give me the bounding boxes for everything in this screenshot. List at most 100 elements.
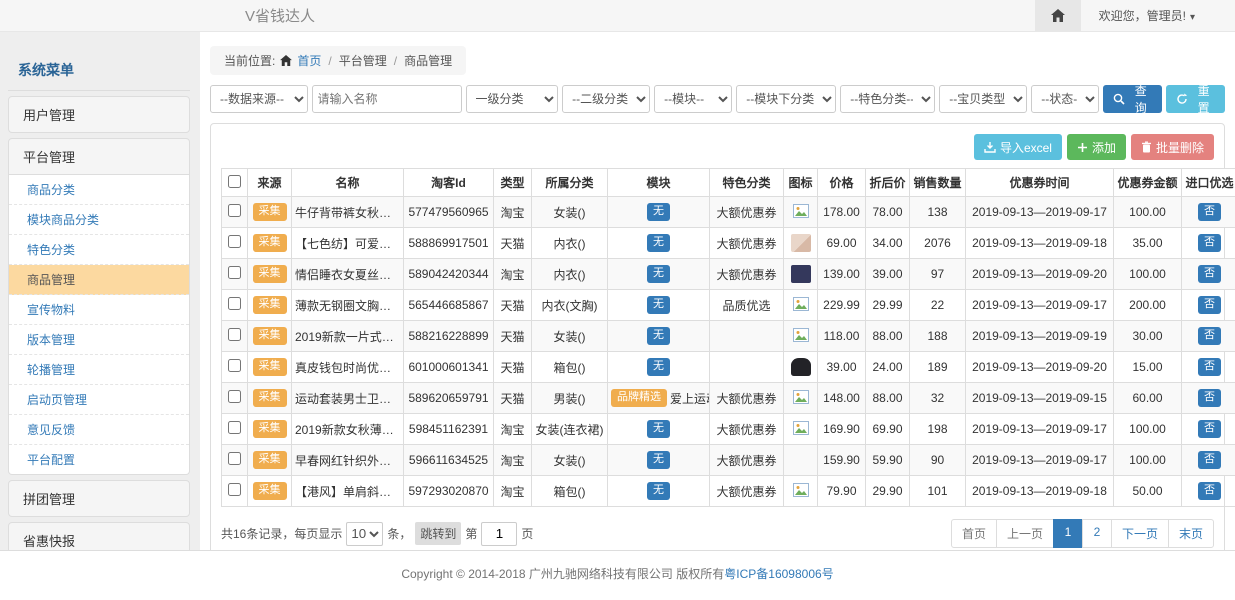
row-checkbox[interactable] — [228, 452, 241, 465]
module-none-badge: 无 — [647, 203, 670, 220]
module-none-badge: 无 — [647, 234, 670, 251]
module-cell-td: 无 — [608, 228, 710, 259]
table-row: 采集薄款无钢圈文胸聚拢性...565446685867天猫内衣(文胸)无品质优选… — [222, 290, 1235, 321]
row-checkbox[interactable] — [228, 390, 241, 403]
sidebar-subitem[interactable]: 模块商品分类 — [9, 205, 189, 235]
page-button[interactable]: 末页 — [1168, 519, 1214, 548]
user-menu[interactable]: 欢迎您，管理员!▾ — [1081, 7, 1235, 24]
icp-link[interactable]: 粤ICP备16098006号 — [724, 567, 833, 581]
import-optimal-badge[interactable]: 否 — [1198, 203, 1221, 220]
name-cell: 【港风】单肩斜跨链条... — [292, 476, 404, 507]
import-optimal-badge[interactable]: 否 — [1198, 234, 1221, 251]
batch-delete-button[interactable]: 批量删除 — [1131, 134, 1214, 160]
sidebar-subitem[interactable]: 轮播管理 — [9, 355, 189, 385]
status-select[interactable]: --状态-- — [1031, 85, 1099, 113]
breadcrumb-home-link[interactable]: 首页 — [297, 52, 321, 69]
category-cell: 女装() — [532, 197, 608, 228]
import-excel-button[interactable]: 导入excel — [974, 134, 1062, 160]
row-checkbox[interactable] — [228, 483, 241, 496]
jump-page-input[interactable] — [481, 522, 517, 546]
feature-cell: 大额优惠券 — [710, 414, 784, 445]
sidebar-item[interactable]: 拼团管理 — [8, 480, 190, 517]
name-search-input[interactable] — [312, 85, 462, 113]
import-optimal-cell: 否 — [1182, 352, 1235, 383]
sidebar-item[interactable]: 平台管理 — [8, 138, 190, 175]
add-button[interactable]: 添加 — [1067, 134, 1126, 160]
import-optimal-badge[interactable]: 否 — [1198, 451, 1221, 468]
sidebar-subitem[interactable]: 启动页管理 — [9, 385, 189, 415]
module-none-badge: 无 — [647, 296, 670, 313]
row-checkbox[interactable] — [228, 421, 241, 434]
sidebar-group[interactable]: 平台管理商品分类模块商品分类特色分类商品管理宣传物料版本管理轮播管理启动页管理意… — [8, 138, 190, 475]
sidebar-subitem[interactable]: 平台配置 — [9, 445, 189, 474]
sidebar-subitem[interactable]: 商品分类 — [9, 175, 189, 205]
breadcrumb-separator: / — [326, 54, 333, 68]
content-layout: 系统菜单 用户管理平台管理商品分类模块商品分类特色分类商品管理宣传物料版本管理轮… — [0, 32, 1235, 550]
sidebar-item[interactable]: 用户管理 — [8, 96, 190, 133]
category-cell: 箱包() — [532, 476, 608, 507]
page-prefix: 第 — [465, 525, 477, 542]
per-page-select[interactable]: 10 — [346, 522, 383, 546]
icon-cell — [784, 259, 818, 290]
row-checkbox[interactable] — [228, 359, 241, 372]
row-checkbox[interactable] — [228, 297, 241, 310]
sidebar-subitem[interactable]: 版本管理 — [9, 325, 189, 355]
trash-icon — [1141, 141, 1152, 153]
module-select[interactable]: --模块-- — [654, 85, 732, 113]
name-cell: 2019新款一片式系... — [292, 321, 404, 352]
type-cell: 天猫 — [494, 383, 532, 414]
sidebar-subitem[interactable]: 意见反馈 — [9, 415, 189, 445]
row-select-cell — [222, 352, 248, 383]
level1-category-select[interactable]: 一级分类 — [466, 85, 559, 113]
select-all-checkbox[interactable] — [228, 175, 241, 188]
source-filter-select[interactable]: --数据来源-- — [210, 85, 308, 113]
feature-category-select[interactable]: --特色分类-- — [840, 85, 935, 113]
page-button[interactable]: 下一页 — [1111, 519, 1169, 548]
add-button-label: 添加 — [1092, 139, 1116, 156]
sidebar-subitem[interactable]: 宣传物料 — [9, 295, 189, 325]
taoke-id-cell: 596611634525 — [404, 445, 494, 476]
module-subcategory-select[interactable]: --模块下分类-- — [736, 85, 836, 113]
sidebar-subitem[interactable]: 特色分类 — [9, 235, 189, 265]
search-button[interactable]: 查询 — [1103, 85, 1162, 113]
module-value: 无 — [647, 482, 670, 499]
column-header: 淘客Id — [404, 169, 494, 197]
item-type-select[interactable]: --宝贝类型-- — [939, 85, 1027, 113]
coupon-amount-cell: 50.00 — [1114, 476, 1182, 507]
coupon-amount-cell: 15.00 — [1114, 352, 1182, 383]
row-checkbox[interactable] — [228, 204, 241, 217]
import-optimal-badge[interactable]: 否 — [1198, 420, 1221, 437]
import-optimal-badge[interactable]: 否 — [1198, 482, 1221, 499]
type-cell: 天猫 — [494, 228, 532, 259]
row-checkbox[interactable] — [228, 328, 241, 341]
broken-image-icon — [793, 421, 809, 435]
row-checkbox[interactable] — [228, 235, 241, 248]
discount-price-cell: 69.90 — [866, 414, 910, 445]
sidebar-item[interactable]: 省惠快报 — [8, 522, 190, 550]
column-header: 价格 — [818, 169, 866, 197]
jump-button[interactable]: 跳转到 — [415, 522, 461, 545]
sidebar-subitem[interactable]: 商品管理 — [9, 265, 189, 295]
page: V省钱达人 欢迎您，管理员!▾ 系统菜单 用户管理平台管理商品分类模块商品分类特… — [0, 0, 1235, 600]
column-header: 进口优选 — [1182, 169, 1235, 197]
import-optimal-badge[interactable]: 否 — [1198, 296, 1221, 313]
import-optimal-cell: 否 — [1182, 445, 1235, 476]
import-optimal-badge[interactable]: 否 — [1198, 358, 1221, 375]
page-button[interactable]: 1 — [1053, 519, 1083, 548]
level2-category-select[interactable]: --二级分类-- — [562, 85, 650, 113]
home-button[interactable] — [1035, 0, 1081, 31]
import-optimal-badge[interactable]: 否 — [1198, 265, 1221, 282]
page-button[interactable]: 2 — [1082, 519, 1112, 548]
import-optimal-badge[interactable]: 否 — [1198, 389, 1221, 406]
taoke-id-cell: 589042420344 — [404, 259, 494, 290]
import-icon — [984, 141, 996, 153]
row-checkbox[interactable] — [228, 266, 241, 279]
reset-button[interactable]: 重置 — [1166, 85, 1225, 113]
taoke-id-cell: 598451162391 — [404, 414, 494, 445]
coupon-amount-cell: 200.00 — [1114, 290, 1182, 321]
source-badge: 采集 — [253, 234, 287, 251]
module-none-badge: 无 — [647, 482, 670, 499]
category-cell: 箱包() — [532, 352, 608, 383]
name-cell: 真皮钱包时尚优雅女士... — [292, 352, 404, 383]
import-optimal-badge[interactable]: 否 — [1198, 327, 1221, 344]
